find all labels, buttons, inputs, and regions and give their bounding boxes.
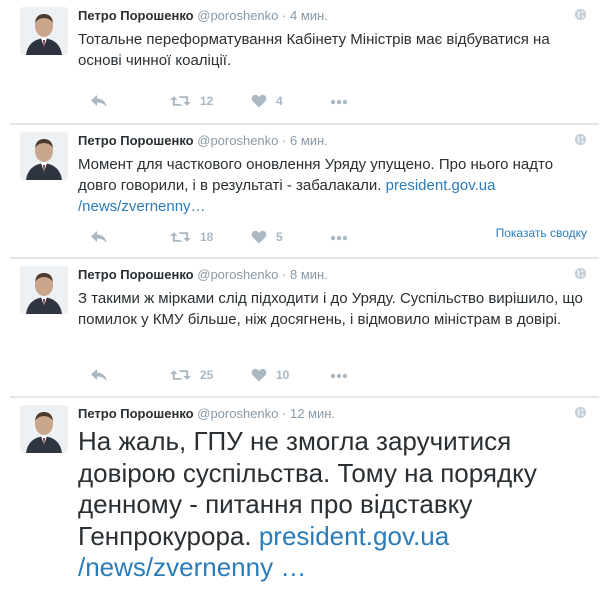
globe-icon: [574, 267, 587, 280]
reply-icon: [90, 94, 108, 108]
more-icon: [330, 235, 348, 241]
tweet-text: Тотальне переформатування Кабінету Мініс…: [78, 30, 586, 72]
tweet-feed: Петро Порошенко @poroshenko · 4 мин. Тот…: [0, 0, 603, 597]
reply-icon: [90, 368, 108, 382]
more-icon: [330, 99, 348, 105]
author-handle[interactable]: @poroshenko: [197, 406, 278, 421]
retweet-button[interactable]: 12: [170, 94, 213, 108]
separator: ·: [282, 267, 287, 282]
avatar[interactable]: [20, 405, 68, 453]
more-button[interactable]: [330, 99, 348, 105]
timestamp[interactable]: 8 мин.: [290, 267, 328, 282]
more-button[interactable]: [330, 235, 348, 241]
avatar[interactable]: [20, 132, 68, 180]
like-button[interactable]: 4: [251, 94, 283, 108]
like-button[interactable]: 10: [251, 368, 289, 382]
retweet-icon: [170, 230, 191, 244]
reply-button[interactable]: [90, 94, 108, 108]
tweet[interactable]: Петро Порошенко @poroshenko · 8 мин. З т…: [10, 258, 599, 397]
retweet-count: 25: [200, 368, 214, 382]
heart-icon: [251, 230, 267, 244]
retweet-button[interactable]: 25: [170, 368, 213, 382]
more-icon: [330, 373, 348, 379]
heart-icon: [251, 368, 267, 382]
retweet-count: 18: [200, 230, 214, 244]
author-name[interactable]: Петро Порошенко: [78, 267, 194, 282]
globe-icon: [574, 133, 587, 146]
globe-icon: [574, 406, 587, 419]
globe-icon: [574, 8, 587, 21]
tweet-text: З такими ж мірками слід підходити і до У…: [78, 289, 586, 331]
tweet-text: На жаль, ГПУ не змогла заручитися довіро…: [78, 426, 583, 584]
reply-icon: [90, 230, 108, 244]
author-handle[interactable]: @poroshenko: [197, 133, 278, 148]
avatar[interactable]: [20, 266, 68, 314]
like-count: 10: [276, 368, 290, 382]
show-summary-link[interactable]: Показать сводку: [496, 226, 587, 240]
timestamp[interactable]: 6 мин.: [290, 133, 328, 148]
separator: ·: [282, 8, 287, 23]
tweet-actions: 12 4: [78, 94, 478, 112]
tweet-actions: 18 5: [78, 230, 478, 248]
retweet-button[interactable]: 18: [170, 230, 213, 244]
author-name[interactable]: Петро Порошенко: [78, 8, 194, 23]
tweet-header: Петро Порошенко @poroshenko · 12 мин.: [78, 406, 335, 422]
reply-button[interactable]: [90, 230, 108, 244]
tweet-actions: 25 10: [78, 368, 478, 386]
like-button[interactable]: 5: [251, 230, 283, 244]
reply-button[interactable]: [90, 368, 108, 382]
tweet-text: Момент для часткового оновлення Уряду уп…: [78, 155, 586, 217]
tweet-text-body: З такими ж мірками слід підходити і до У…: [78, 290, 583, 328]
tweet[interactable]: Петро Порошенко @poroshenko · 12 мин. На…: [10, 397, 599, 597]
like-count: 5: [276, 230, 283, 244]
retweet-icon: [170, 94, 191, 108]
tweet-text-body: Тотальне переформатування Кабінету Мініс…: [78, 31, 550, 69]
timestamp[interactable]: 4 мин.: [290, 8, 328, 23]
tweet-header: Петро Порошенко @poroshenko · 4 мин.: [78, 8, 328, 24]
tweet[interactable]: Петро Порошенко @poroshenko · 6 мин. Мом…: [10, 124, 599, 258]
author-name[interactable]: Петро Порошенко: [78, 406, 194, 421]
like-count: 4: [276, 94, 283, 108]
author-handle[interactable]: @poroshenko: [197, 267, 278, 282]
more-button[interactable]: [330, 373, 348, 379]
author-handle[interactable]: @poroshenko: [197, 8, 278, 23]
separator: ·: [282, 133, 287, 148]
tweet-header: Петро Порошенко @poroshenko · 6 мин.: [78, 133, 328, 149]
heart-icon: [251, 94, 267, 108]
retweet-icon: [170, 368, 191, 382]
timestamp[interactable]: 12 мин.: [290, 406, 335, 421]
author-name[interactable]: Петро Порошенко: [78, 133, 194, 148]
tweet[interactable]: Петро Порошенко @poroshenko · 4 мин. Тот…: [10, 0, 599, 124]
tweet-header: Петро Порошенко @poroshenko · 8 мин.: [78, 267, 328, 283]
avatar[interactable]: [20, 7, 68, 55]
retweet-count: 12: [200, 94, 214, 108]
separator: ·: [282, 406, 287, 421]
